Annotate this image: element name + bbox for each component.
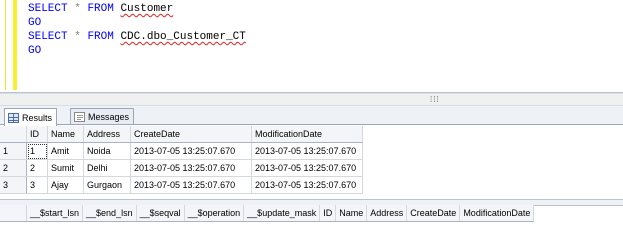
column-header[interactable]: ID: [26, 126, 48, 143]
table-cell[interactable]: Amit: [47, 142, 84, 160]
table-cell[interactable]: 3: [26, 176, 48, 194]
scrollbar-grip-icon[interactable]: ⁞⁞⁞: [430, 95, 440, 104]
grid-header-row: ID Name Address CreateDate ModificationD…: [0, 126, 363, 143]
column-header[interactable]: Name: [335, 205, 368, 222]
table-cell[interactable]: 2013-07-05 13:25:07.670: [130, 176, 252, 194]
table-cell[interactable]: 2013-07-05 13:25:07.670: [251, 142, 363, 160]
table-cell[interactable]: 2013-07-05 13:25:07.670: [130, 159, 252, 177]
table-row[interactable]: 3 3 Ajay Gurgaon 2013-07-05 13:25:07.670…: [0, 176, 363, 194]
table-cell[interactable]: Ajay: [47, 176, 84, 194]
column-header[interactable]: __$seqval: [136, 205, 185, 222]
column-header[interactable]: Name: [47, 126, 84, 143]
row-number[interactable]: 3: [0, 176, 27, 194]
grid-corner[interactable]: [0, 126, 27, 143]
column-header[interactable]: CreateDate: [130, 126, 252, 143]
sql-code[interactable]: SELECT * FROM Customer GO SELECT * FROM CD…: [28, 2, 246, 58]
row-number[interactable]: 1: [0, 142, 27, 160]
tab-messages[interactable]: Messages: [70, 108, 135, 124]
results-tab-strip: Results Messages: [0, 106, 623, 126]
table-cell[interactable]: 1: [26, 142, 48, 160]
table-cell[interactable]: 2013-07-05 13:25:07.670: [251, 159, 363, 177]
table-cell[interactable]: 2013-07-05 13:25:07.670: [130, 142, 252, 160]
horizontal-scrollbar[interactable]: ⁞⁞⁞: [0, 93, 623, 106]
table-cell[interactable]: Noida: [83, 142, 131, 160]
column-header[interactable]: Address: [83, 126, 131, 143]
table-row[interactable]: 2 2 Sumit Delhi 2013-07-05 13:25:07.670 …: [0, 159, 363, 177]
tab-results[interactable]: Results: [4, 108, 58, 126]
column-header[interactable]: __$start_lsn: [26, 205, 84, 222]
code-line-4: GO: [28, 45, 42, 57]
column-header[interactable]: ID: [319, 205, 337, 222]
tab-results-label: Results: [22, 112, 53, 123]
table-row[interactable]: 1 1 Amit Noida 2013-07-05 13:25:07.670 2…: [0, 142, 363, 160]
table-cell[interactable]: 2: [26, 159, 48, 177]
results-grid[interactable]: ID Name Address CreateDate ModificationD…: [0, 126, 363, 194]
column-header[interactable]: CreateDate: [406, 205, 461, 222]
ct-results-grid[interactable]: __$start_lsn __$end_lsn __$seqval __$ope…: [0, 205, 535, 222]
messages-icon: [74, 111, 85, 122]
column-header[interactable]: Address: [366, 205, 408, 222]
code-line-3: SELECT * FROM CDC.dbo_Customer_CT: [28, 31, 246, 43]
column-header[interactable]: __$update_mask: [243, 205, 321, 222]
row-number[interactable]: 2: [0, 159, 27, 177]
table-cell[interactable]: Gurgaon: [83, 176, 131, 194]
column-header[interactable]: __$end_lsn: [82, 205, 137, 222]
table-cell[interactable]: Delhi: [83, 159, 131, 177]
query-editor[interactable]: SELECT * FROM Customer GO SELECT * FROM CD…: [0, 0, 623, 93]
code-line-2: GO: [28, 17, 42, 29]
grid-icon: [8, 112, 19, 123]
column-header[interactable]: ModificationDate: [459, 205, 535, 222]
grid-header-row: __$start_lsn __$end_lsn __$seqval __$ope…: [0, 205, 535, 222]
editor-gutter: [0, 0, 6, 90]
code-line-1: SELECT * FROM Customer: [28, 3, 174, 15]
table-cell[interactable]: Sumit: [47, 159, 84, 177]
column-header[interactable]: ModificationDate: [251, 126, 363, 143]
grid-corner[interactable]: [0, 205, 27, 222]
table-cell[interactable]: 2013-07-05 13:25:07.670: [251, 176, 363, 194]
tab-messages-label: Messages: [88, 111, 130, 122]
change-marker-bar: [13, 0, 17, 90]
column-header[interactable]: __$operation: [184, 205, 245, 222]
